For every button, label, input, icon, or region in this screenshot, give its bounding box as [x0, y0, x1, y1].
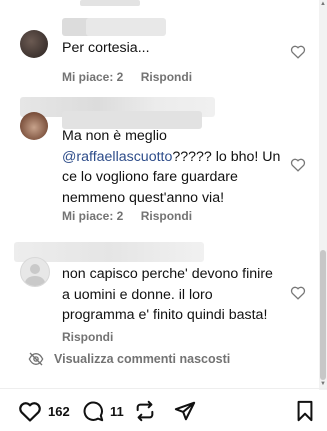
hidden-comments-link[interactable]: Visualizza commenti nascosti [28, 352, 230, 366]
repost-button[interactable] [134, 400, 156, 422]
hidden-comments-label: Visualizza commenti nascosti [54, 352, 231, 366]
share-icon [174, 401, 196, 421]
reply-button[interactable]: Rispondi [62, 330, 113, 344]
comment-button[interactable]: 11 [82, 400, 124, 422]
reply-button[interactable]: Rispondi [141, 209, 192, 223]
avatar[interactable] [20, 30, 48, 58]
like-count: 162 [48, 403, 70, 419]
comment-icon [83, 401, 104, 422]
share-button[interactable] [174, 400, 196, 422]
likes-count[interactable]: Mi piace: 2 [62, 70, 123, 84]
comment-item: Per cortesia... Mi piace: 2 Rispondi [0, 0, 318, 95]
bookmark-button[interactable] [296, 400, 314, 422]
comment-meta: Mi piace: 2 Rispondi [62, 70, 206, 84]
scroll-down-arrow[interactable]: ▼ [319, 380, 327, 388]
action-bar: 162 11 [0, 388, 327, 431]
likes-count[interactable]: Mi piace: 2 [62, 209, 123, 223]
user-mention-link[interactable]: @raffaellascuotto [62, 149, 172, 165]
eye-off-icon [28, 352, 44, 366]
comment-text: Per cortesia... [62, 40, 150, 56]
default-avatar-body [25, 276, 45, 286]
heart-icon [19, 402, 41, 422]
scroll-up-arrow[interactable]: ▲ [319, 0, 327, 8]
comment-meta: Rispondi [62, 330, 127, 344]
bookmark-icon [297, 400, 313, 422]
comment-item: non capisco perche' devono finire a uomi… [0, 235, 318, 345]
username-blurred [86, 18, 166, 36]
scrollbar-thumb[interactable] [320, 250, 326, 380]
avatar[interactable] [20, 112, 48, 140]
avatar[interactable] [20, 257, 50, 287]
reply-button[interactable]: Rispondi [141, 70, 192, 84]
heart-icon[interactable] [290, 157, 306, 172]
comment-text: non capisco perche' devono finire a uomi… [62, 266, 273, 323]
comment-count: 11 [110, 403, 124, 419]
repost-icon [136, 400, 154, 422]
comment-text: Ma non è meglio @raffaellascuotto????? l… [62, 128, 281, 206]
heart-icon[interactable] [290, 44, 306, 59]
heart-icon[interactable] [290, 285, 306, 300]
comment-meta: Mi piace: 2 Rispondi [62, 209, 206, 223]
like-button[interactable]: 162 [18, 400, 70, 422]
default-avatar-head [30, 264, 40, 274]
comment-item: Ma non è meglio @raffaellascuotto????? l… [0, 95, 318, 235]
